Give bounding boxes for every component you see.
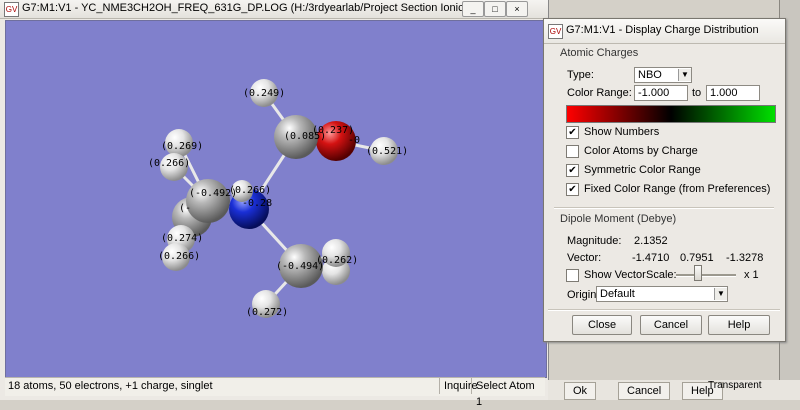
charge-distribution-dialog: GV G7:M1:V1 - Display Charge Distributio… — [543, 18, 786, 342]
help-button[interactable]: Help — [708, 315, 770, 335]
color-range-min-input[interactable]: -1.000 — [634, 85, 688, 101]
close-button[interactable]: × — [506, 1, 528, 17]
cancel-button[interactable]: Cancel — [640, 315, 702, 335]
vector-z-value: -1.3278 — [726, 252, 764, 264]
minimize-button[interactable]: _ — [462, 1, 484, 17]
molecule-canvas[interactable]: (0.249) (0.085) (0.237) (0.521) -0 (0.26… — [5, 20, 547, 378]
divider — [554, 207, 774, 209]
vector-y-value: 0.7951 — [680, 252, 714, 264]
close-button[interactable]: Close — [572, 315, 632, 335]
charge-label: (0.266) — [229, 185, 272, 196]
color-atoms-by-charge-checkbox[interactable] — [566, 145, 579, 158]
selection-status: Select Atom 1 — [471, 378, 545, 408]
charge-label: (0.266) — [158, 251, 201, 262]
color-range-label: Color Range: — [567, 87, 632, 99]
symmetric-color-range-checkbox[interactable]: ✔ — [566, 164, 579, 177]
dialog-titlebar[interactable]: GV G7:M1:V1 - Display Charge Distributio… — [544, 19, 785, 44]
charge-label: -0.28 — [242, 198, 273, 209]
fixed-color-range-checkbox[interactable]: ✔ — [566, 183, 579, 196]
charge-label: (0.249) — [243, 88, 286, 99]
charge-label: (0.262) — [316, 255, 359, 266]
status-bar: 18 atoms, 50 electrons, +1 charge, singl… — [5, 377, 545, 408]
color-range-max-input[interactable]: 1.000 — [706, 85, 760, 101]
scale-suffix: x 1 — [744, 269, 759, 281]
vector-label: Vector: — [567, 252, 602, 264]
show-vector-checkbox[interactable] — [566, 269, 579, 282]
charge-label: (0.269) — [161, 141, 204, 152]
dialog-title: G7:M1:V1 - Display Charge Distribution — [566, 24, 759, 36]
origin-value: Default — [600, 288, 635, 300]
type-label: Type: — [567, 69, 594, 81]
background-dialog-buttons: Ok Cancel Help Transparent — [548, 380, 800, 400]
vector-x-value: -1.4710 — [632, 252, 670, 264]
chevron-down-icon[interactable]: ▼ — [714, 288, 727, 300]
maximize-button[interactable]: □ — [484, 1, 506, 17]
scale-slider-handle[interactable] — [694, 265, 702, 281]
fixed-color-range-label: Fixed Color Range (from Preferences) — [584, 183, 771, 195]
atomic-charges-group-title: Atomic Charges — [560, 47, 639, 59]
transparent-label: Transparent — [708, 380, 762, 391]
show-numbers-checkbox[interactable]: ✔ — [566, 126, 579, 139]
molecule-view[interactable] — [6, 21, 546, 377]
charge-label: (- — [179, 203, 192, 214]
magnitude-label: Magnitude: — [567, 235, 622, 247]
scale-label: Scale: — [646, 269, 677, 281]
gaussview-app-icon: GV — [548, 24, 563, 39]
origin-label: Origin: — [567, 289, 600, 301]
dipole-group-title: Dipole Moment (Debye) — [560, 213, 677, 225]
charge-label: (0.274) — [161, 233, 204, 244]
charge-label: (0.272) — [246, 307, 289, 318]
origin-dropdown[interactable]: Default ▼ — [596, 286, 728, 302]
magnitude-value: 2.1352 — [634, 235, 668, 247]
show-vector-label: Show Vector — [584, 269, 646, 281]
show-numbers-label: Show Numbers — [584, 126, 660, 138]
ok-button[interactable]: Ok — [564, 382, 597, 400]
type-dropdown[interactable]: NBO ▼ — [634, 67, 692, 83]
viewer-title: G7:M1:V1 - YC_NME3CH2OH_FREQ_631G_DP.LOG… — [22, 2, 523, 14]
type-value: NBO — [638, 69, 662, 81]
viewer-titlebar[interactable]: GV G7:M1:V1 - YC_NME3CH2OH_FREQ_631G_DP.… — [0, 0, 548, 19]
scale-slider-track[interactable] — [676, 274, 736, 277]
carbon-atom[interactable] — [186, 179, 230, 223]
range-to-label: to — [692, 87, 702, 99]
color-atoms-by-charge-label: Color Atoms by Charge — [584, 145, 698, 157]
molecule-info: 18 atoms, 50 electrons, +1 charge, singl… — [8, 380, 213, 392]
divider — [548, 309, 780, 311]
chevron-down-icon[interactable]: ▼ — [678, 69, 691, 81]
charge-label: -0 — [348, 135, 361, 146]
cancel-button[interactable]: Cancel — [618, 382, 671, 400]
gaussview-app-icon: GV — [4, 2, 19, 17]
charge-label: (0.266) — [148, 158, 191, 169]
charge-label: (0.521) — [366, 146, 409, 157]
color-gradient-bar — [566, 105, 776, 123]
viewer-window: GV G7:M1:V1 - YC_NME3CH2OH_FREQ_631G_DP.… — [0, 0, 549, 408]
symmetric-color-range-label: Symmetric Color Range — [584, 164, 701, 176]
